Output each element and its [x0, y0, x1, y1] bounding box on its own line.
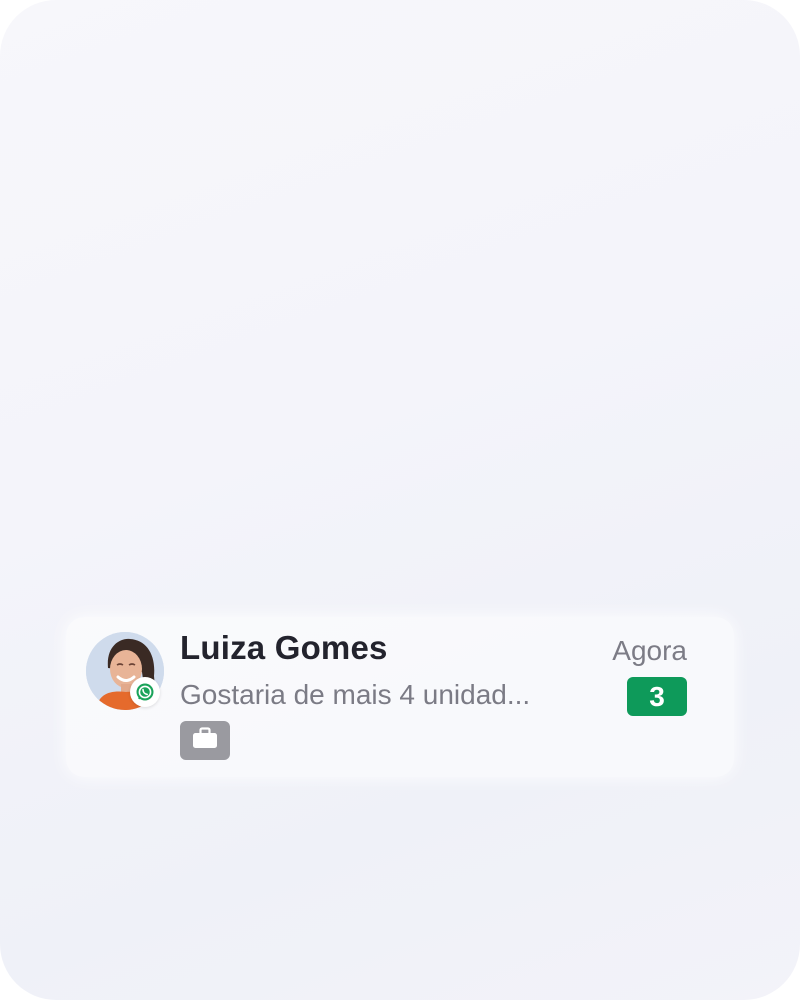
conversation-tag[interactable]	[180, 721, 230, 760]
background-canvas: Luiza Gomes Agora Gostaria de mais 4 uni…	[0, 0, 800, 1000]
unread-count-badge: 3	[627, 677, 687, 716]
briefcase-icon	[192, 727, 218, 754]
contact-name: Luiza Gomes	[180, 629, 388, 666]
message-preview: Gostaria de mais 4 unidad...	[180, 679, 531, 710]
conversation-list-item[interactable]: Luiza Gomes Agora Gostaria de mais 4 uni…	[66, 617, 734, 777]
whatsapp-icon	[130, 677, 160, 707]
message-time: Agora	[612, 635, 687, 666]
